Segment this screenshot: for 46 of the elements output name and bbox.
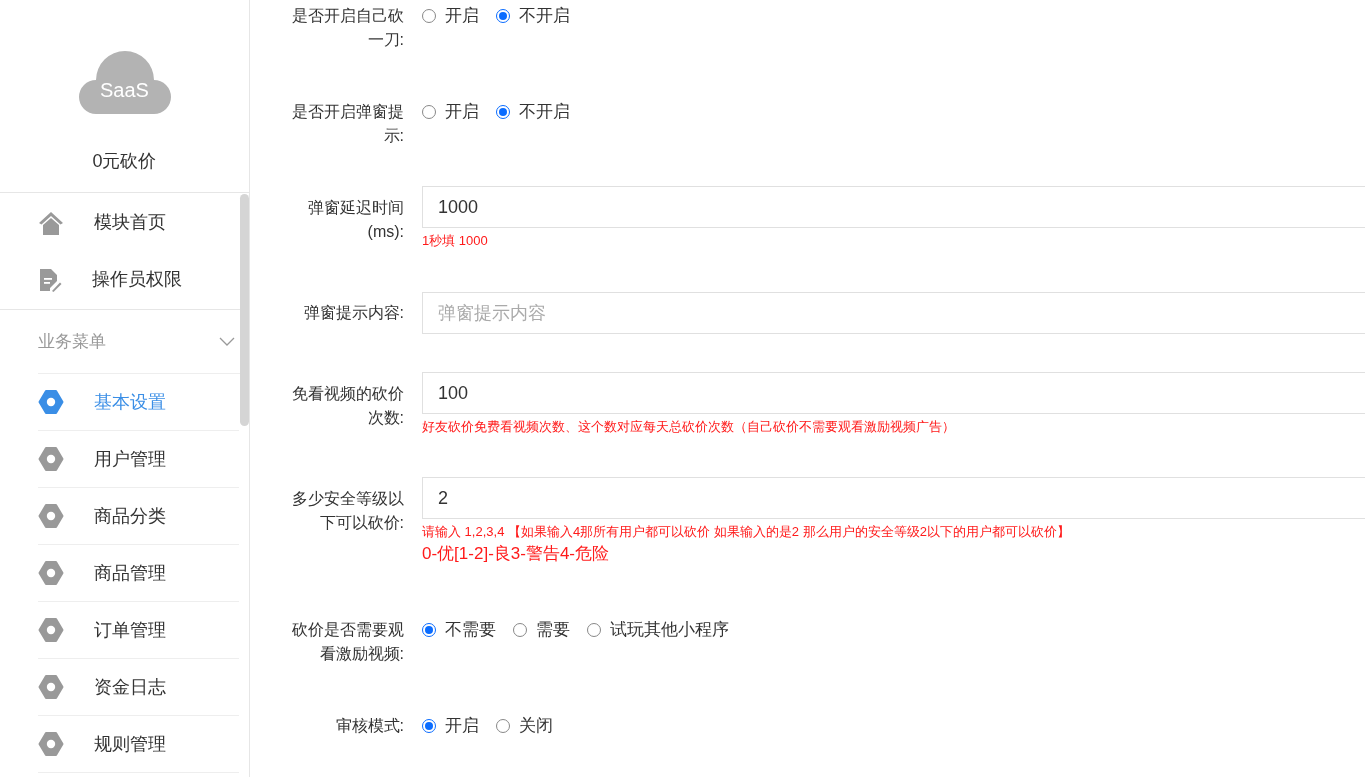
document-edit-icon bbox=[38, 267, 62, 292]
radio-label: 开启 bbox=[445, 5, 479, 28]
field-label: 弹窗延迟时间(ms): bbox=[307, 198, 404, 242]
hint-text: 请输入 1,2,3,4 【如果输入4那所有用户都可以砍价 如果输入的是2 那么用户的安全等级2以下的用户都可以砍价】 bbox=[422, 523, 1071, 541]
sidebar-item[interactable]: 订单管理 bbox=[38, 602, 239, 659]
settings-icon bbox=[38, 675, 64, 699]
radio-label: 不开启 bbox=[519, 5, 570, 28]
scrollbar[interactable] bbox=[240, 194, 249, 426]
home-icon bbox=[38, 210, 64, 235]
settings-icon bbox=[38, 504, 64, 528]
field-label: 审核模式: bbox=[334, 716, 404, 736]
radio-label: 需要 bbox=[536, 619, 570, 642]
input-field[interactable]: 100 bbox=[422, 372, 1365, 414]
section-title: 业务菜单 bbox=[38, 330, 106, 353]
field-label: 免看视频的砍价次数: bbox=[291, 384, 404, 428]
hint-text: 好友砍价免费看视频次数、这个数对应每天总砍价次数（自己砍价不需要观看激励视频广告） bbox=[422, 418, 956, 436]
field-label: 弹窗提示内容: bbox=[302, 303, 404, 323]
radio-label: 开启 bbox=[445, 101, 479, 124]
input-field[interactable]: 弹窗提示内容 bbox=[422, 292, 1365, 334]
settings-icon bbox=[38, 618, 64, 642]
sidebar-item[interactable]: 操作员权限 bbox=[0, 251, 239, 308]
sidebar-item[interactable]: 用户管理 bbox=[38, 431, 239, 488]
radio-label: 开启 bbox=[445, 715, 479, 738]
hint-text: 0-优[1-2]-良3-警告4-危险 bbox=[422, 543, 611, 565]
sidebar-item[interactable]: 规则管理 bbox=[38, 716, 239, 773]
settings-icon bbox=[38, 732, 64, 756]
field-label: 是否开启自己砍一刀: bbox=[291, 6, 404, 50]
field-label: 多少安全等级以下可以砍价: bbox=[291, 489, 404, 533]
field-label: 砍价是否需要观看激励视频: bbox=[291, 620, 404, 664]
sidebar-item[interactable]: 模块首页 bbox=[0, 194, 239, 251]
settings-icon bbox=[38, 561, 64, 585]
input-field[interactable]: 2 bbox=[422, 477, 1365, 519]
settings-icon bbox=[38, 390, 64, 414]
input-field[interactable]: 1000 bbox=[422, 186, 1365, 228]
field-label: 是否开启弹窗提示: bbox=[291, 102, 404, 146]
hint-text: 1秒填 1000 bbox=[422, 232, 489, 250]
sidebar-item[interactable]: 资金日志 bbox=[38, 659, 239, 716]
radio-label: 不开启 bbox=[519, 101, 570, 124]
logo-text: SaaS bbox=[99, 80, 150, 100]
radio-label: 不需要 bbox=[445, 619, 496, 642]
radio-label: 关闭 bbox=[519, 715, 553, 738]
radio-label: 试玩其他小程序 bbox=[610, 619, 729, 642]
sidebar-item[interactable]: 商品管理 bbox=[38, 545, 239, 602]
app-name: 0元砍价 bbox=[92, 150, 157, 173]
settings-icon bbox=[38, 447, 64, 471]
sidebar-item[interactable]: 商品分类 bbox=[38, 488, 239, 545]
